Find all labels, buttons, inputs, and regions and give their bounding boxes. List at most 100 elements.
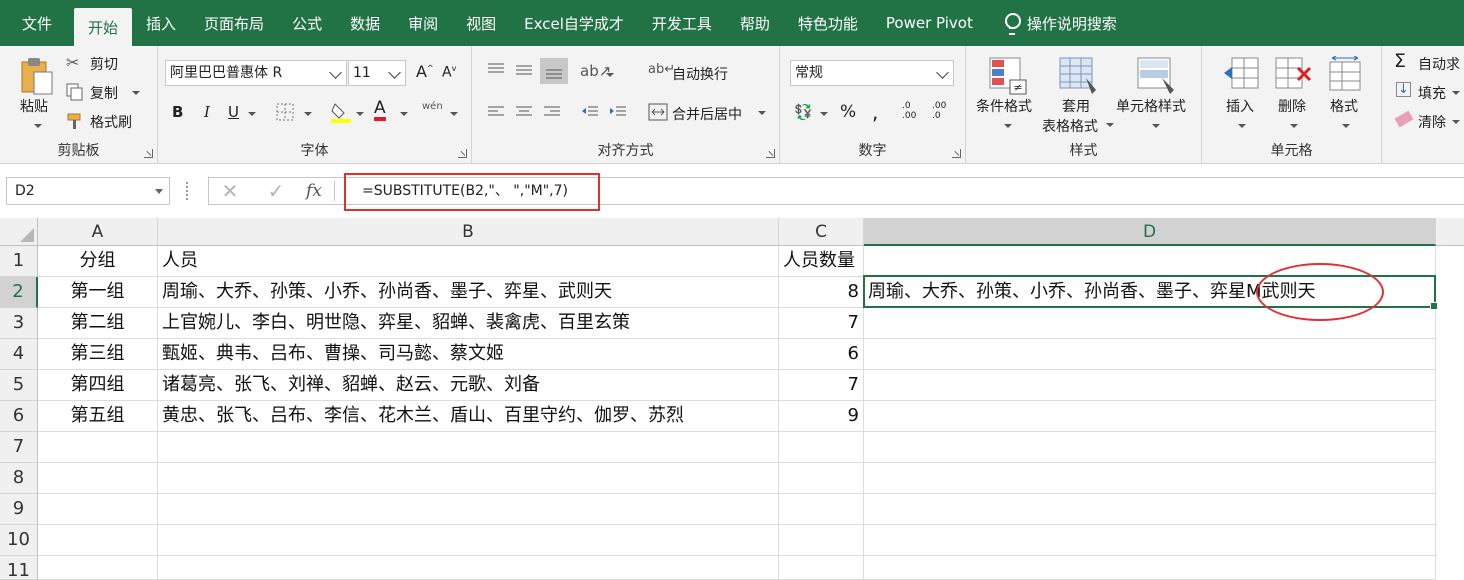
row-header-11[interactable]: 11	[0, 556, 38, 580]
copy-button[interactable]: 复制	[90, 83, 118, 103]
cell-styles-button[interactable]: 单元格样式	[1116, 96, 1186, 116]
comma-button[interactable]: ,	[872, 100, 878, 124]
font-launcher-icon[interactable]	[458, 149, 467, 158]
cancel-icon[interactable]: ✕	[216, 177, 244, 205]
conditional-formatting-dropdown-icon[interactable]	[1004, 124, 1012, 128]
insert-cells-dropdown-icon[interactable]	[1238, 124, 1246, 128]
tab-excel-self-study[interactable]: Excel自学成才	[510, 0, 638, 46]
row-header-6[interactable]: 6	[0, 401, 38, 432]
tab-file[interactable]: 文件	[0, 0, 74, 46]
orientation-icon[interactable]: ab↗	[580, 62, 611, 80]
cell-c7[interactable]	[779, 432, 864, 463]
decrease-indent-icon[interactable]	[580, 104, 600, 120]
cell-d8[interactable]	[864, 463, 1436, 494]
cell-a2[interactable]: 第一组	[38, 277, 158, 308]
cell-b6[interactable]: 黄忠、张飞、吕布、李信、花木兰、盾山、百里守约、伽罗、苏烈	[158, 401, 779, 432]
tab-help[interactable]: 帮助	[726, 0, 784, 46]
cell-a5[interactable]: 第四组	[38, 370, 158, 401]
row-header-2[interactable]: 2	[0, 277, 38, 308]
increase-font-icon[interactable]: A^	[416, 62, 434, 81]
fill-color-dropdown-icon[interactable]	[356, 112, 364, 116]
tab-review[interactable]: 审阅	[394, 0, 452, 46]
align-middle-icon[interactable]	[514, 62, 534, 78]
font-color-icon[interactable]: A	[374, 99, 386, 121]
cell-d10[interactable]	[864, 525, 1436, 556]
font-size-select[interactable]: 11	[348, 60, 406, 86]
column-header-e[interactable]	[1436, 218, 1464, 246]
cell-c4[interactable]: 6	[779, 339, 864, 370]
merge-center-button[interactable]: 合并后居中	[672, 104, 742, 124]
accounting-dropdown-icon[interactable]	[820, 112, 828, 116]
cell-b9[interactable]	[158, 494, 779, 525]
font-color-dropdown-icon[interactable]	[400, 112, 408, 116]
tab-view[interactable]: 视图	[452, 0, 510, 46]
cell-b7[interactable]	[158, 432, 779, 463]
underline-dropdown-icon[interactable]	[248, 112, 256, 116]
italic-button[interactable]: I	[204, 103, 210, 121]
cell-c1[interactable]: 人员数量	[779, 246, 864, 277]
cell-b3[interactable]: 上官婉儿、李白、明世隐、弈星、貂蝉、裴禽虎、百里玄策	[158, 308, 779, 339]
cell-b2[interactable]: 周瑜、大乔、孙策、小乔、孙尚香、墨子、弈星、武则天	[158, 277, 779, 308]
align-bottom-icon[interactable]	[540, 58, 568, 84]
cell-a4[interactable]: 第三组	[38, 339, 158, 370]
cell-a10[interactable]	[38, 525, 158, 556]
phonetic-icon[interactable]: wén	[422, 101, 443, 112]
format-as-table-label-1[interactable]: 套用	[1062, 96, 1090, 116]
border-dropdown-icon[interactable]	[304, 112, 312, 116]
cell-c5[interactable]: 7	[779, 370, 864, 401]
cell-c6[interactable]: 9	[779, 401, 864, 432]
cell-c8[interactable]	[779, 463, 864, 494]
clear-button[interactable]: 清除	[1418, 112, 1446, 132]
cell-c3[interactable]: 7	[779, 308, 864, 339]
insert-cells-button[interactable]: 插入	[1226, 96, 1254, 116]
cut-button[interactable]: 剪切	[90, 54, 118, 74]
orientation-dropdown-icon[interactable]	[606, 73, 614, 77]
percent-button[interactable]: %	[840, 102, 856, 122]
tab-developer[interactable]: 开发工具	[638, 0, 726, 46]
row-header-1[interactable]: 1	[0, 246, 38, 277]
align-center-icon[interactable]	[514, 104, 534, 120]
conditional-formatting-button[interactable]: 条件格式	[976, 96, 1032, 116]
accounting-icon[interactable]: 💱	[794, 103, 813, 121]
increase-indent-icon[interactable]	[608, 104, 628, 120]
name-box[interactable]: D2	[6, 177, 170, 205]
row-header-10[interactable]: 10	[0, 525, 38, 556]
format-cells-dropdown-icon[interactable]	[1342, 124, 1350, 128]
decrease-font-icon[interactable]: Av	[442, 64, 456, 81]
cell-d11[interactable]	[864, 556, 1436, 580]
align-right-icon[interactable]	[542, 104, 562, 120]
row-header-8[interactable]: 8	[0, 463, 38, 494]
fill-color-icon[interactable]	[330, 100, 352, 124]
row-header-3[interactable]: 3	[0, 308, 38, 339]
row-header-9[interactable]: 9	[0, 494, 38, 525]
autosum-button[interactable]: 自动求	[1418, 54, 1460, 74]
number-launcher-icon[interactable]	[952, 149, 961, 158]
alignment-launcher-icon[interactable]	[766, 149, 775, 158]
paste-icon[interactable]	[18, 56, 54, 96]
decrease-decimal-button[interactable]: .00 .0	[932, 101, 954, 121]
format-as-table-button[interactable]: 表格格式	[1042, 116, 1098, 136]
underline-button[interactable]: U	[228, 103, 239, 121]
align-left-icon[interactable]	[486, 104, 506, 120]
cell-d9[interactable]	[864, 494, 1436, 525]
cell-a7[interactable]	[38, 432, 158, 463]
row-header-5[interactable]: 5	[0, 370, 38, 401]
cell-a9[interactable]	[38, 494, 158, 525]
clear-dropdown-icon[interactable]	[1452, 120, 1460, 124]
fill-dropdown-icon[interactable]	[1452, 91, 1460, 95]
paste-dropdown-icon[interactable]	[34, 124, 42, 128]
column-header-b[interactable]: B	[158, 218, 779, 246]
tab-special-features[interactable]: 特色功能	[784, 0, 872, 46]
fill-button[interactable]: 填充	[1418, 83, 1446, 103]
format-as-table-dropdown-icon[interactable]	[1106, 123, 1114, 127]
cell-b10[interactable]	[158, 525, 779, 556]
bold-button[interactable]: B	[172, 103, 183, 121]
paste-button[interactable]: 粘贴	[20, 96, 48, 116]
cell-b1[interactable]: 人员	[158, 246, 779, 277]
copy-dropdown-icon[interactable]	[132, 91, 140, 95]
row-header-7[interactable]: 7	[0, 432, 38, 463]
delete-cells-dropdown-icon[interactable]	[1290, 124, 1298, 128]
merge-center-dropdown-icon[interactable]	[758, 111, 766, 115]
wrap-text-button[interactable]: 自动换行	[672, 64, 728, 84]
row-header-4[interactable]: 4	[0, 339, 38, 370]
